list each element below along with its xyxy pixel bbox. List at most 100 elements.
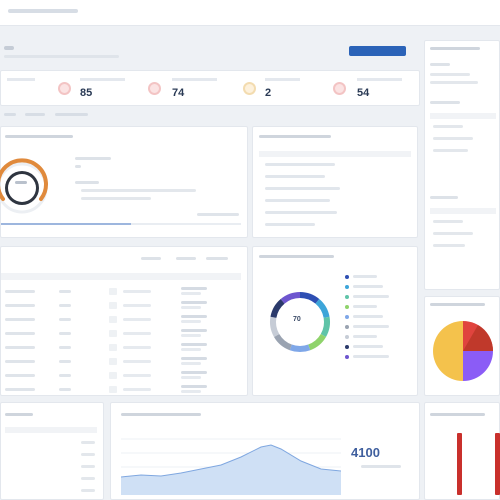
table-cell (59, 374, 71, 377)
table-row[interactable] (1, 329, 241, 339)
detail-field (433, 125, 463, 128)
table-row[interactable] (1, 385, 241, 395)
status-icon (109, 358, 117, 365)
table-cell (5, 374, 35, 377)
table-row[interactable] (1, 343, 241, 353)
status-icon (109, 372, 117, 379)
table-row[interactable] (1, 287, 241, 297)
tab-bar (0, 110, 250, 120)
donut-segment (315, 299, 330, 319)
detail-field (433, 137, 473, 140)
summary-header (5, 427, 97, 433)
pie-slice (463, 351, 493, 381)
table-cell (123, 374, 151, 377)
area-chart (121, 438, 341, 495)
legend-label (353, 355, 389, 358)
table-row[interactable] (1, 301, 241, 311)
detail-field (430, 81, 478, 84)
bar-mark (495, 433, 500, 495)
table-cell (181, 329, 207, 332)
table-row[interactable] (1, 357, 241, 367)
panel-title (5, 413, 33, 416)
donut-panel: 70 (252, 246, 418, 396)
table-panel (0, 246, 248, 396)
summary-row (81, 453, 95, 456)
detail-field (430, 73, 470, 76)
table-cell (5, 388, 35, 391)
list-item[interactable] (265, 175, 325, 178)
detail-table-header (430, 208, 496, 214)
stat-value: 85 (80, 87, 93, 99)
pie-slice (433, 321, 463, 381)
primary-action-button[interactable] (349, 46, 406, 56)
list-panel (252, 126, 418, 238)
table-filter[interactable] (206, 257, 228, 260)
status-icon (109, 330, 117, 337)
legend-label (353, 325, 389, 328)
panel-title (430, 47, 480, 50)
table-cell (181, 343, 207, 346)
status-icon (109, 316, 117, 323)
status-icon (109, 288, 117, 295)
table-row[interactable] (1, 371, 241, 381)
table-cell (123, 360, 151, 363)
table-cell (123, 388, 151, 391)
stat-card[interactable] (7, 76, 47, 102)
alert-icon (58, 82, 71, 95)
table-filter[interactable] (141, 257, 161, 260)
legend-label (353, 295, 389, 298)
table-cell (5, 318, 35, 321)
tab-item[interactable] (25, 113, 45, 116)
list-item[interactable] (265, 223, 315, 226)
panel-title (430, 303, 485, 306)
table-cell (181, 315, 207, 318)
list-item[interactable] (265, 211, 337, 214)
page-title (4, 46, 14, 50)
status-icon (109, 344, 117, 351)
detail-field (430, 101, 460, 104)
stat-value: 2 (265, 87, 272, 99)
table-cell (5, 290, 35, 293)
table-filter[interactable] (176, 257, 196, 260)
stat-card[interactable]: 2 (241, 76, 321, 102)
table-cell (123, 290, 151, 293)
stat-card[interactable]: 85 (56, 76, 136, 102)
table-cell (123, 332, 151, 335)
legend-swatch (345, 335, 349, 339)
list-item[interactable] (265, 163, 335, 166)
legend-swatch (345, 345, 349, 349)
table-cell (123, 318, 151, 321)
tab-item[interactable] (4, 113, 16, 116)
donut-segment (270, 316, 280, 337)
detail-field (433, 232, 473, 235)
detail-field (430, 196, 458, 199)
table-cell (59, 388, 71, 391)
page-header (0, 40, 420, 68)
table-cell (59, 290, 71, 293)
table-cell (59, 332, 71, 335)
gauge-detail-label (75, 157, 111, 160)
legend-swatch (345, 275, 349, 279)
donut-segment (320, 316, 330, 337)
detail-field (430, 63, 450, 66)
progress-fill (1, 223, 131, 225)
legend-label (353, 335, 377, 338)
table-cell (59, 360, 71, 363)
warning-icon (243, 82, 256, 95)
progress-caption (197, 213, 239, 216)
breadcrumb[interactable] (8, 9, 78, 13)
summary-row (81, 489, 95, 492)
table-cell (5, 332, 35, 335)
panel-title (430, 413, 485, 416)
list-item[interactable] (265, 199, 330, 202)
tab-item[interactable] (55, 113, 88, 116)
donut-segment (280, 292, 301, 304)
stat-card[interactable]: 74 (146, 76, 226, 102)
panel-title (5, 135, 73, 138)
details-panel (424, 40, 500, 290)
list-item[interactable] (265, 187, 340, 190)
stat-card[interactable]: 54 (331, 76, 411, 102)
table-header (1, 273, 241, 280)
donut-segment (270, 299, 285, 319)
table-row[interactable] (1, 315, 241, 325)
